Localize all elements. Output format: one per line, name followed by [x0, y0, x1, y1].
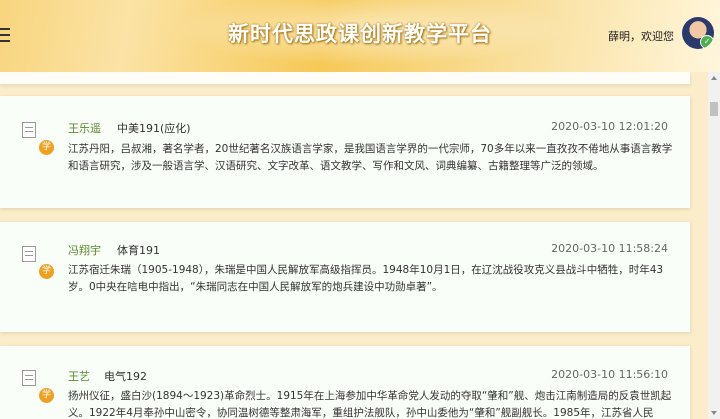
post-text: 扬州仪征，盛白沙(1894～1923)革命烈士。1915年在上海参加中华革命党人…	[68, 390, 672, 419]
post-card: 学 冯翔宇 体育191 2020-03-10 11:58:24 江苏宿迁朱瑞（1…	[0, 222, 690, 332]
post-time: 2020-03-10 11:58:24	[551, 242, 668, 255]
scroll-up-icon[interactable]	[711, 76, 717, 80]
scroll-thumb[interactable]	[710, 102, 718, 116]
post-avatar	[22, 246, 42, 264]
previous-card-edge	[0, 72, 690, 84]
post-author[interactable]: 冯翔宇	[68, 242, 101, 258]
post-class: 电气192	[104, 370, 147, 383]
user-doc-icon	[22, 122, 36, 138]
post-avatar	[22, 370, 42, 388]
user-doc-icon	[22, 370, 36, 386]
post-author[interactable]: 王乐遥	[68, 120, 101, 136]
post-class: 体育191	[117, 244, 160, 257]
online-badge-icon: ✓	[700, 35, 714, 49]
post-time: 2020-03-10 11:56:10	[551, 368, 668, 381]
post-text: 江苏丹阳，吕叔湘，著名学者，20世纪著名汉族语言学家，是我国语言学界的一代宗师，…	[68, 143, 673, 172]
welcome-text[interactable]: 薛明，欢迎您	[608, 28, 674, 44]
post-class: 中美191(应化)	[117, 122, 191, 135]
student-badge-icon: 学	[39, 140, 54, 155]
user-avatar[interactable]: ✓	[682, 17, 714, 49]
post-author[interactable]: 王艺	[68, 368, 90, 384]
app-header: 新时代思政课创新教学平台 薛明，欢迎您 ✓	[0, 0, 720, 72]
post-card: 学 王乐遥 中美191(应化) 2020-03-10 12:01:20 江苏丹阳…	[0, 96, 690, 208]
student-badge-icon: 学	[39, 388, 54, 403]
student-badge-icon: 学	[39, 264, 54, 279]
post-time: 2020-03-10 12:01:20	[551, 120, 668, 133]
post-card: 学 王艺 电气192 2020-03-10 11:56:10 扬州仪征，盛白沙(…	[0, 346, 690, 419]
user-doc-icon	[22, 246, 36, 262]
vertical-scrollbar[interactable]	[708, 72, 720, 419]
post-list: 学 王乐遥 中美191(应化) 2020-03-10 12:01:20 江苏丹阳…	[0, 72, 708, 419]
post-avatar	[22, 122, 42, 140]
scroll-down-icon[interactable]	[711, 411, 717, 415]
post-text: 江苏宿迁朱瑞（1905-1948），朱瑞是中国人民解放军高级指挥员。1948年1…	[68, 264, 664, 293]
